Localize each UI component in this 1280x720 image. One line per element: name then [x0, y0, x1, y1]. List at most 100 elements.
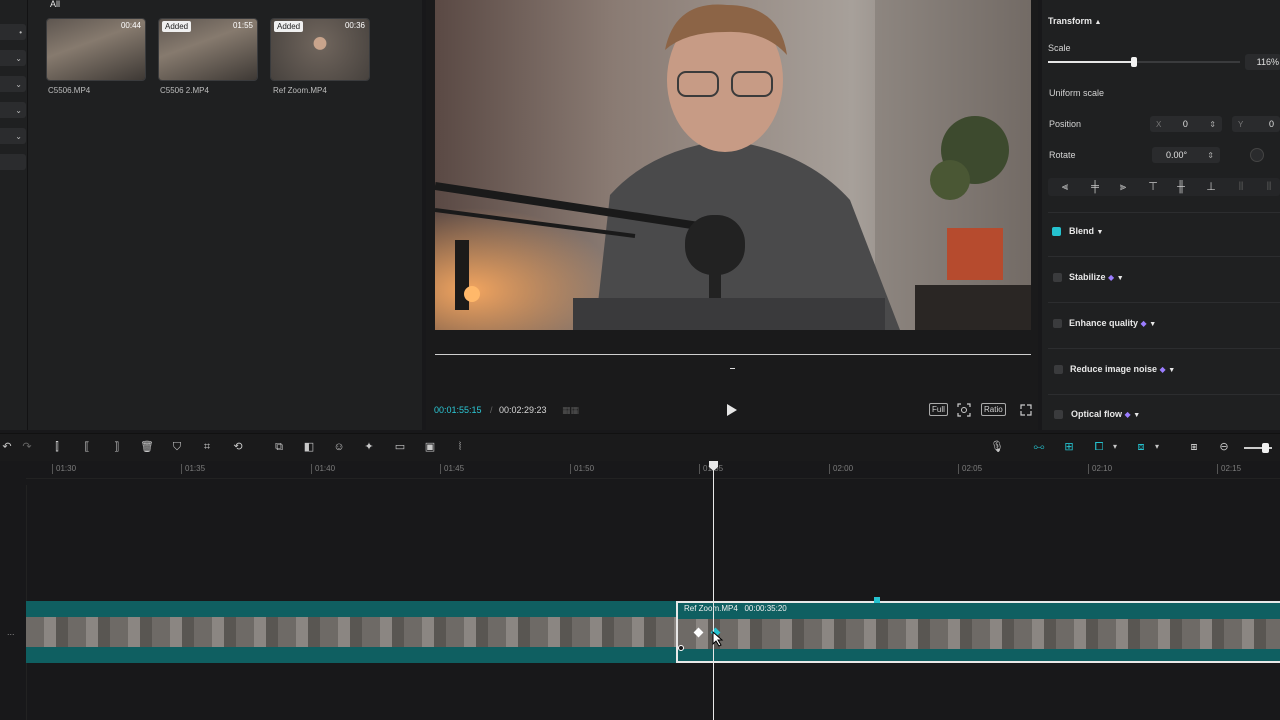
clip-marker-icon[interactable]: [874, 597, 880, 603]
rotate-label: Rotate: [1049, 150, 1076, 160]
video-preview[interactable]: [435, 0, 1031, 330]
media-thumb-2[interactable]: Added 01:55: [158, 18, 258, 81]
chevron-down-icon: ▼: [1096, 229, 1104, 236]
pro-gem-icon: ◆: [1108, 273, 1115, 282]
microphone-icon[interactable]: 🎙: [990, 440, 1004, 454]
align-toolbar: ⫷ ╪ ⫸ ⊤ ╫ ⊥ ⦀ ⦀: [1048, 178, 1280, 196]
divider: [1048, 394, 1280, 395]
timeline-clip-selected[interactable]: Ref Zoom.MP4 00:00:35:20: [676, 601, 1280, 663]
chevron-down-icon: ▼: [1168, 367, 1176, 374]
chevron-down-icon: ⌄: [15, 53, 22, 63]
blend-checkbox[interactable]: [1052, 227, 1061, 236]
chevron-down-icon[interactable]: ▾: [1150, 440, 1164, 454]
time-ruler[interactable]: 01:30 01:35 01:40 01:45 01:50 01:55 02:0…: [26, 461, 1280, 479]
fullscreen-icon[interactable]: [1020, 404, 1032, 416]
align-top-icon[interactable]: ⊤: [1146, 180, 1160, 194]
total-timecode: 00:02:29:23: [499, 405, 547, 415]
enhance-quality-section[interactable]: Enhance quality ◆ ▼: [1069, 318, 1156, 328]
magic-wand-icon[interactable]: ✦: [362, 440, 376, 454]
position-y-field[interactable]: Y 0: [1232, 116, 1280, 132]
scale-slider[interactable]: [1048, 57, 1240, 67]
thumb-name: C5506.MP4: [48, 86, 91, 95]
scrub-bar[interactable]: [435, 354, 1031, 355]
transform-section[interactable]: Transform ▲: [1048, 16, 1101, 26]
align-right-icon[interactable]: ⫸: [1116, 180, 1130, 194]
position-x-field[interactable]: X 0 ⇕: [1150, 116, 1222, 132]
ratio-button[interactable]: Ratio: [981, 403, 1006, 416]
person-icon[interactable]: ☺: [332, 440, 346, 454]
stepper-icon[interactable]: ⇕: [1209, 120, 1216, 129]
align-bottom-icon[interactable]: ⊥: [1204, 180, 1218, 194]
crop-icon[interactable]: ⌗: [200, 440, 214, 454]
stabilize-section[interactable]: Stabilize ◆ ▼: [1069, 272, 1124, 282]
optical-flow-section[interactable]: Optical flow ◆ ▼: [1071, 409, 1140, 419]
blend-section[interactable]: Blend ▼: [1069, 226, 1103, 236]
scale-slider-handle[interactable]: [1131, 57, 1138, 67]
zoom-fit-icon[interactable]: [957, 403, 971, 417]
reduce-noise-checkbox[interactable]: [1054, 365, 1063, 374]
rotate-value: 0.00°: [1166, 150, 1188, 160]
rail-dropdown-4[interactable]: ⌄: [0, 128, 26, 144]
zoom-slider-handle[interactable]: [1262, 443, 1269, 453]
mirror-icon[interactable]: ◧: [302, 440, 316, 454]
play-icon[interactable]: [726, 403, 738, 417]
zoom-out-icon[interactable]: ⊖: [1217, 440, 1231, 454]
align-center-h-icon[interactable]: ╪: [1088, 180, 1102, 194]
shield-icon[interactable]: ⛉: [170, 440, 184, 454]
media-filter-all[interactable]: All: [50, 0, 60, 9]
chevron-down-icon[interactable]: ▾: [1108, 440, 1122, 454]
align-left-icon[interactable]: ⫷: [1058, 180, 1072, 194]
chevron-down-icon: ▼: [1116, 275, 1124, 282]
grid-icon[interactable]: ▦▦: [562, 405, 580, 415]
uniform-scale-label[interactable]: Uniform scale: [1049, 88, 1104, 98]
timeline-clip-left[interactable]: [26, 601, 676, 663]
scrub-handle[interactable]: [730, 368, 735, 369]
current-timecode: 00:01:55:15: [434, 405, 482, 415]
rail-dropdown-2[interactable]: ⌄: [0, 76, 26, 92]
position-y-value: 0: [1268, 119, 1274, 129]
freeze-frame-icon[interactable]: ▣: [423, 440, 437, 454]
full-button[interactable]: Full: [929, 403, 948, 416]
scale-input[interactable]: 116%: [1245, 54, 1280, 70]
preview-axis-icon[interactable]: ⧈: [1134, 440, 1148, 454]
ruler-tick: 01:50: [570, 464, 594, 474]
stepper-icon[interactable]: ⇕: [1207, 151, 1214, 160]
fade-handle-icon[interactable]: [678, 645, 684, 651]
inspector-panel: Transform ▲ Scale 116% Uniform scale Pos…: [1042, 0, 1280, 430]
rotate-field[interactable]: 0.00° ⇕: [1152, 147, 1220, 163]
split-right-icon[interactable]: ⟧: [110, 440, 124, 454]
speed-icon[interactable]: ⟲: [231, 440, 245, 454]
rail-dropdown-1[interactable]: ⌄: [0, 50, 26, 66]
chevron-down-icon: ⌄: [15, 131, 22, 141]
distribute-v-icon[interactable]: ⦀: [1262, 180, 1276, 194]
rail-dropdown-3[interactable]: ⌄: [0, 102, 26, 118]
link-icon[interactable]: ⧟: [1032, 440, 1046, 454]
delete-icon[interactable]: 🗑: [140, 440, 154, 454]
magnet-icon[interactable]: ⊞: [1062, 440, 1076, 454]
undo-icon[interactable]: ↶: [0, 440, 14, 454]
media-thumb-1[interactable]: 00:44: [46, 18, 146, 81]
distribute-h-icon[interactable]: ⦀: [1234, 180, 1248, 194]
hd-icon[interactable]: ▭: [393, 440, 407, 454]
rotate-dial-icon[interactable]: [1250, 148, 1264, 162]
track-menu-icon[interactable]: ...: [7, 627, 15, 637]
timecode-separator: /: [490, 405, 493, 415]
snap-icon[interactable]: ⧠: [1092, 440, 1106, 454]
media-thumb-3[interactable]: Added 00:36: [270, 18, 370, 81]
playhead[interactable]: [713, 461, 714, 720]
align-center-v-icon[interactable]: ╫: [1174, 180, 1188, 194]
optical-flow-checkbox[interactable]: [1054, 410, 1063, 419]
redo-icon[interactable]: ↷: [20, 440, 34, 454]
split-icon[interactable]: ⫿: [50, 440, 64, 454]
enhance-quality-checkbox[interactable]: [1053, 319, 1062, 328]
split-left-icon[interactable]: ⟦: [80, 440, 94, 454]
rail-item-1[interactable]: •: [0, 24, 26, 40]
stabilize-checkbox[interactable]: [1053, 273, 1062, 282]
audio-wave-icon[interactable]: ⦚: [453, 440, 467, 454]
fit-timeline-icon[interactable]: ⧆: [1187, 440, 1201, 454]
timeline[interactable]: 01:30 01:35 01:40 01:45 01:50 01:55 02:0…: [0, 461, 1280, 720]
reduce-noise-label: Reduce image noise: [1070, 364, 1158, 374]
transform-icon[interactable]: ⧉: [272, 440, 286, 454]
reduce-noise-section[interactable]: Reduce image noise ◆ ▼: [1070, 364, 1175, 374]
rail-item-2[interactable]: [0, 154, 26, 170]
